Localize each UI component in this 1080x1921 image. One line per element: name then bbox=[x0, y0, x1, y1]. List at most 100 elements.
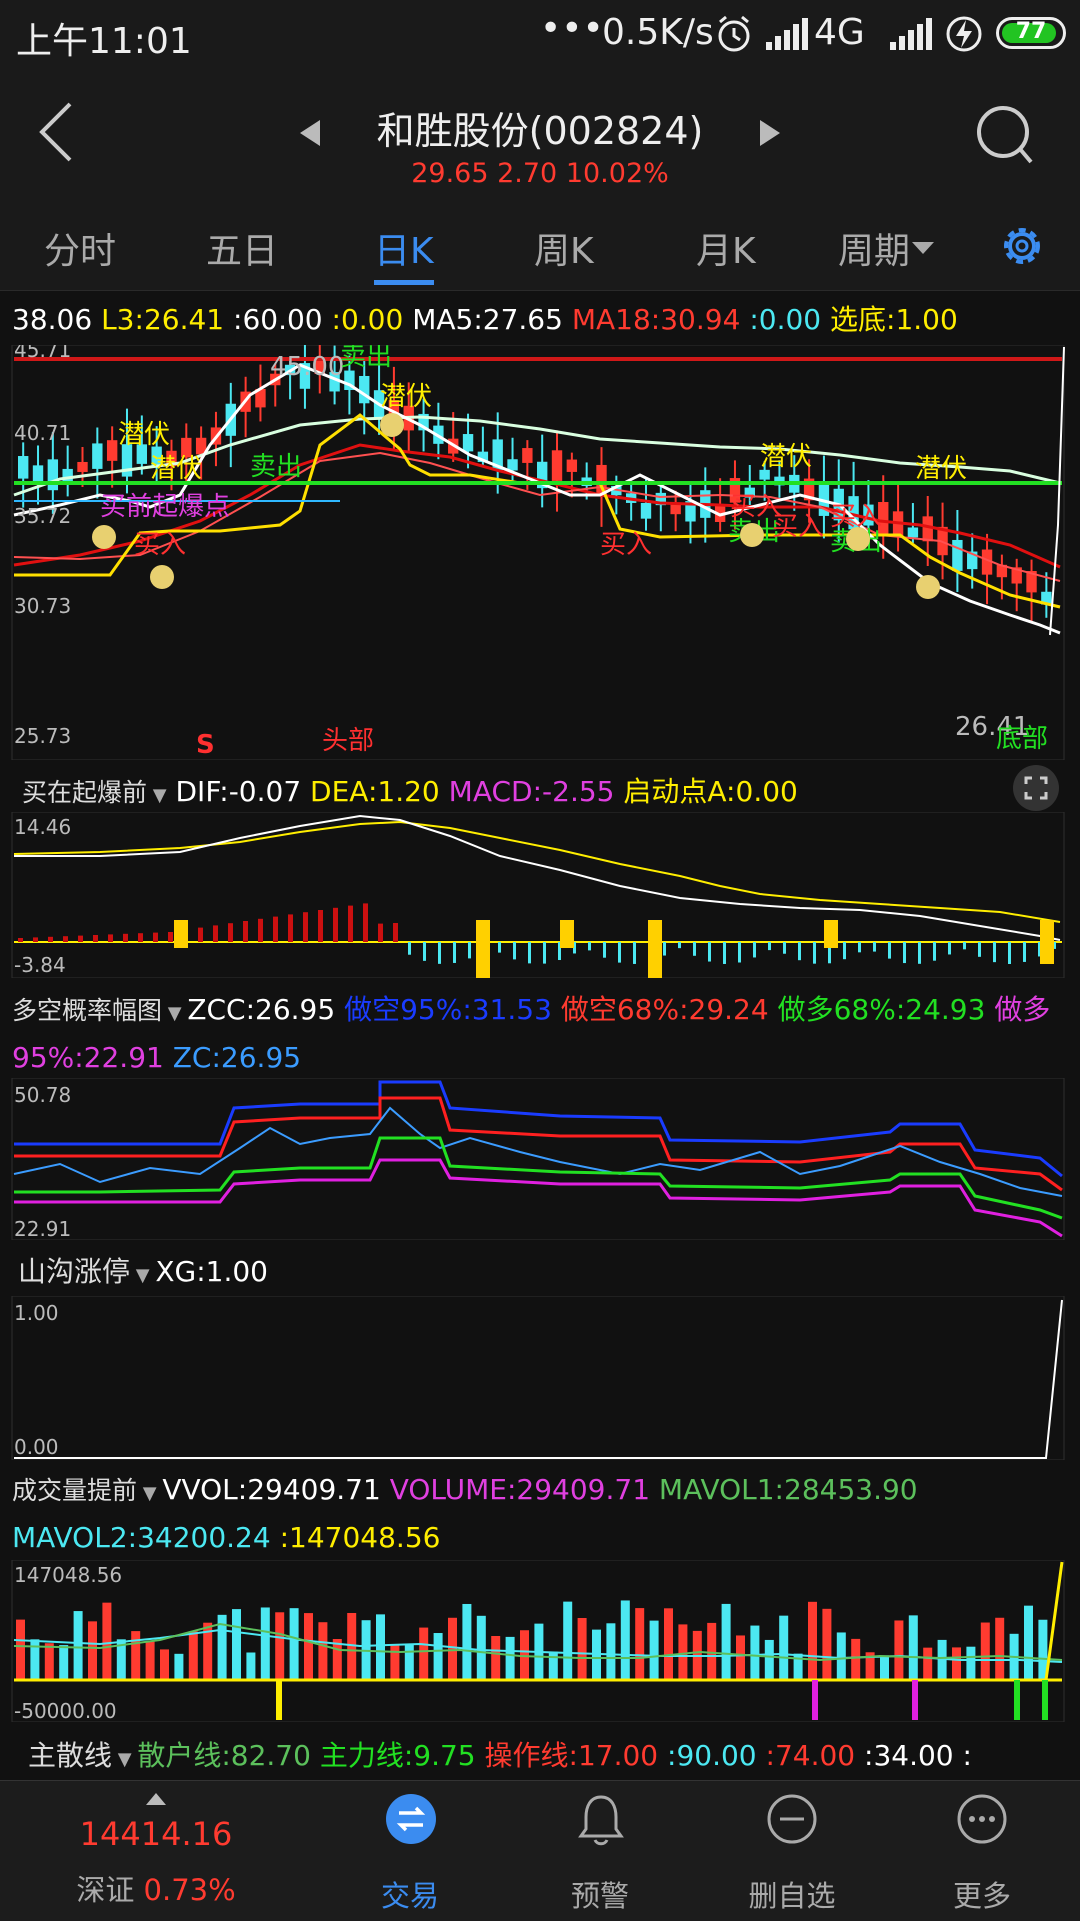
vol-chart[interactable]: 147048.56 -50000.00 bbox=[0, 1560, 1080, 1722]
vol-bar bbox=[376, 1614, 385, 1680]
back-arrow-icon[interactable] bbox=[36, 100, 76, 164]
vol-bar bbox=[476, 1615, 486, 1680]
vol-mavol1-label: MAVOL1: bbox=[658, 1473, 784, 1506]
vol-bar bbox=[822, 1608, 832, 1680]
signal-icon bbox=[766, 18, 808, 50]
macd-bar bbox=[498, 942, 501, 953]
vol-bar bbox=[448, 1617, 457, 1680]
nav-alert[interactable]: 预警 bbox=[510, 1781, 690, 1921]
search-icon[interactable] bbox=[975, 104, 1035, 166]
zt-panel-name[interactable]: 山沟涨停 bbox=[18, 1255, 130, 1288]
vol-bar bbox=[980, 1622, 990, 1680]
macd-bar bbox=[1008, 942, 1011, 964]
macd-bar bbox=[333, 907, 338, 942]
macd-bar bbox=[48, 936, 53, 942]
chevron-down-icon[interactable]: ▼ bbox=[147, 785, 167, 806]
vol-marker-magenta bbox=[812, 1680, 818, 1720]
head-marker: 头部 bbox=[322, 726, 374, 756]
vol-bar bbox=[1024, 1605, 1033, 1680]
macd-bar bbox=[978, 942, 981, 957]
macd-dea-label: DEA: bbox=[310, 775, 378, 808]
macd-bar bbox=[138, 933, 143, 942]
sell-marker-1: 卖出 bbox=[340, 345, 392, 372]
macd-bar bbox=[663, 942, 666, 956]
macd-bar bbox=[678, 942, 681, 949]
gear-icon[interactable] bbox=[998, 222, 1046, 270]
hand-marker bbox=[174, 920, 188, 948]
macd-bar bbox=[858, 942, 861, 953]
lurk-marker-5: 潜伏 bbox=[915, 454, 967, 484]
macd-bar bbox=[123, 933, 128, 942]
chevron-down-icon[interactable]: ▼ bbox=[162, 1003, 187, 1024]
tab-intraday[interactable]: 分时 bbox=[44, 222, 116, 274]
macd-bar bbox=[318, 910, 323, 942]
tab-period[interactable]: 周期 bbox=[838, 222, 910, 274]
nav-delete-watch[interactable]: 删自选 bbox=[702, 1781, 882, 1921]
prob-chart[interactable]: 50.78 22.91 bbox=[0, 1078, 1080, 1240]
vol-bar bbox=[419, 1627, 429, 1680]
macd-bar bbox=[948, 942, 951, 955]
prob-header: 多空概率幅图 ▼ ZCC:26.95 做空95%:31.53 做空68%:29.… bbox=[12, 988, 1072, 1080]
chevron-down-icon[interactable]: ▼ bbox=[137, 1483, 162, 1504]
zt-chart[interactable]: 1.00 0.00 bbox=[0, 1296, 1080, 1460]
vol-bar bbox=[260, 1607, 270, 1680]
vol-bar bbox=[779, 1615, 789, 1680]
vol-bar bbox=[275, 1612, 285, 1680]
prob-zc-value: 26.95 bbox=[220, 1041, 302, 1074]
status-bar: 上午11:01 ••• 0.5K/s 4G 77 bbox=[0, 0, 1080, 70]
prev-stock-icon[interactable] bbox=[298, 118, 322, 148]
macd-qd-value: 0.00 bbox=[735, 775, 798, 808]
buy-marker-2: 买入 bbox=[600, 530, 652, 560]
next-stock-icon[interactable] bbox=[758, 118, 782, 148]
tab-monthly-k[interactable]: 月K bbox=[696, 222, 756, 274]
macd-bar bbox=[903, 942, 906, 964]
kline-candle bbox=[952, 539, 963, 571]
ind-ma5-value: 27.65 bbox=[482, 303, 563, 336]
macd-bar bbox=[438, 942, 441, 964]
macd-macd-label: MACD: bbox=[448, 775, 543, 808]
sell-marker-2: 卖出 bbox=[250, 452, 302, 482]
macd-bar bbox=[453, 942, 456, 963]
vol-bar bbox=[851, 1638, 861, 1680]
chevron-down-icon[interactable]: ▼ bbox=[130, 1265, 155, 1286]
macd-panel-name[interactable]: 买在起爆前 bbox=[22, 778, 147, 807]
vol-bar bbox=[347, 1612, 357, 1680]
stock-percent: 10.02% bbox=[565, 158, 669, 189]
expand-icon[interactable] bbox=[1012, 764, 1060, 812]
index-pct: 0.73% bbox=[143, 1873, 236, 1907]
high-price-label: 45.00 bbox=[270, 352, 344, 382]
kline-candle bbox=[462, 434, 474, 452]
prob-panel-name[interactable]: 多空概率幅图 bbox=[12, 996, 162, 1025]
tab-weekly-k[interactable]: 周K bbox=[534, 222, 594, 274]
vol-bar bbox=[73, 1611, 83, 1680]
nav-delete-watch-label: 删自选 bbox=[748, 1879, 836, 1913]
vol-bar bbox=[894, 1620, 904, 1680]
hand-marker bbox=[476, 920, 490, 978]
nav-trade[interactable]: 交易 bbox=[320, 1781, 500, 1921]
kline-chart[interactable]: 45.71 40.71 35.72 30.73 25.73 45.00 26.4… bbox=[0, 345, 1080, 760]
vol-bar bbox=[332, 1639, 342, 1680]
kline-candle bbox=[106, 440, 118, 461]
vol-panel-name[interactable]: 成交量提前 bbox=[12, 1476, 137, 1505]
prob-k95-label: 做空95%: bbox=[344, 993, 472, 1026]
ky-label-0: 45.71 bbox=[14, 345, 71, 362]
vol-bar bbox=[232, 1609, 241, 1680]
vol-bar bbox=[721, 1603, 731, 1680]
nav-more[interactable]: 更多 bbox=[892, 1781, 1072, 1921]
zt-y-bottom: 0.00 bbox=[14, 1435, 59, 1459]
vol-x-label: : bbox=[279, 1521, 290, 1554]
vol-bar bbox=[462, 1603, 472, 1680]
tab-daily-k[interactable]: 日K bbox=[374, 222, 434, 274]
macd-bar bbox=[108, 934, 113, 942]
kline-candle bbox=[507, 459, 518, 471]
macd-bar bbox=[708, 942, 711, 962]
vol-bar bbox=[577, 1618, 587, 1680]
macd-chart[interactable]: 14.46 -3.84 bbox=[0, 812, 1080, 978]
macd-bar bbox=[528, 942, 531, 964]
sanhu-panel-name[interactable]: 主散线 bbox=[28, 1739, 112, 1772]
tab-five-day[interactable]: 五日 bbox=[206, 222, 278, 274]
vol-bar bbox=[433, 1633, 443, 1680]
chevron-down-icon[interactable]: ▼ bbox=[112, 1749, 137, 1770]
market-index[interactable]: 14414.16 深证 0.73% bbox=[66, 1781, 246, 1921]
coin-icon bbox=[846, 527, 870, 551]
